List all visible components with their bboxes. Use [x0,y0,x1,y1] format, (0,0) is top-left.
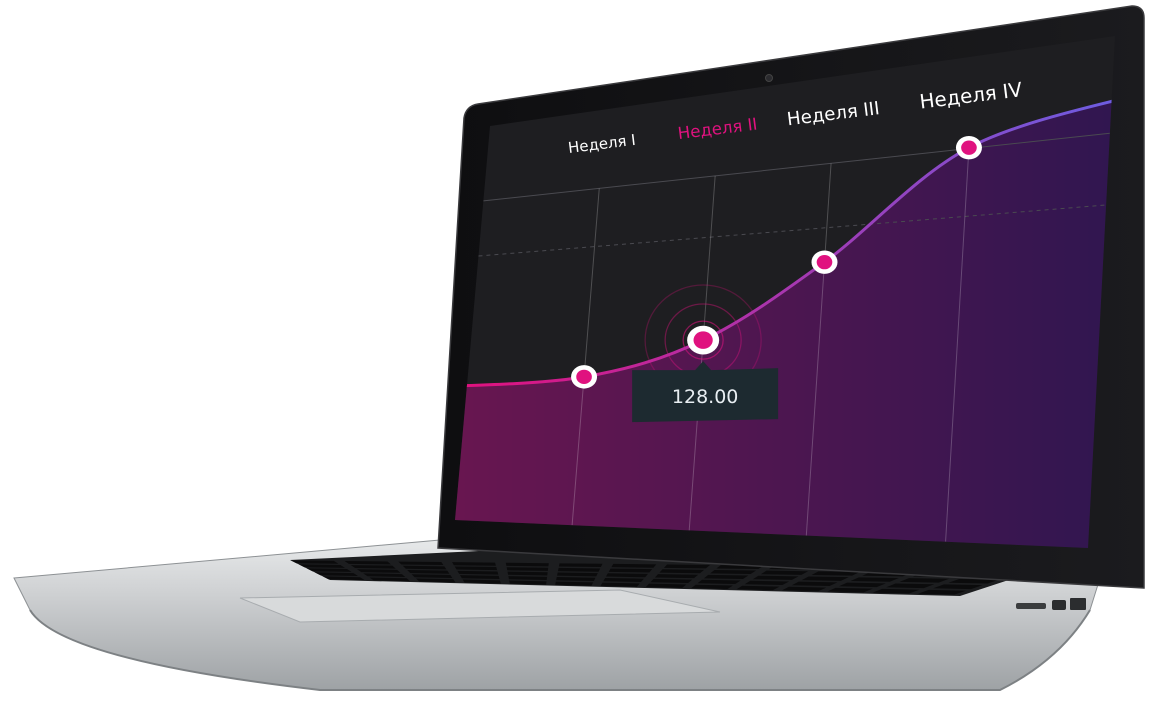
chart-point[interactable] [571,365,598,389]
keyboard-key [801,576,849,581]
keyboard-key [654,574,699,579]
chart-point[interactable] [687,325,720,355]
sd-slot-icon [1016,603,1046,609]
keyboard-key [452,562,496,566]
keyboard-key [710,569,757,575]
keyboard-key [558,563,603,568]
tooltip-value: 128.00 [672,386,738,408]
keyboard-key [505,562,549,567]
keyboard-key [703,574,749,580]
keyboard-key [791,581,838,587]
keyboard-key [557,567,601,572]
keyboard-key [752,575,799,580]
keyboard-key [398,561,444,566]
keyboard-key [760,570,809,575]
keyboard-key [506,567,549,571]
value-tooltip: 128.00 [632,361,779,423]
keyboard-key [611,563,657,568]
chart-point[interactable] [811,250,838,274]
chart-point-core [961,140,977,155]
keyboard-key [608,568,653,573]
keyboard-key [659,569,705,574]
keyboard-key [344,560,391,565]
chart-point-core [816,254,833,270]
chart-point-core [576,369,592,385]
chart-point-core [693,331,713,349]
laptop-illustration: 128.00 Неделя IНеделя II Неделя IIIНеделя… [13,5,1145,691]
laptop-mockup: 128.00 Неделя I Неделя II Неделя III Неделя… [0,0,1149,713]
chart-point[interactable] [955,135,982,160]
keyboard-key [605,573,649,578]
camera-dot-icon [765,74,773,82]
usb-port-icon [1070,598,1086,610]
thunderbolt-port-icon [1052,600,1066,610]
keyboard-key [663,564,711,569]
